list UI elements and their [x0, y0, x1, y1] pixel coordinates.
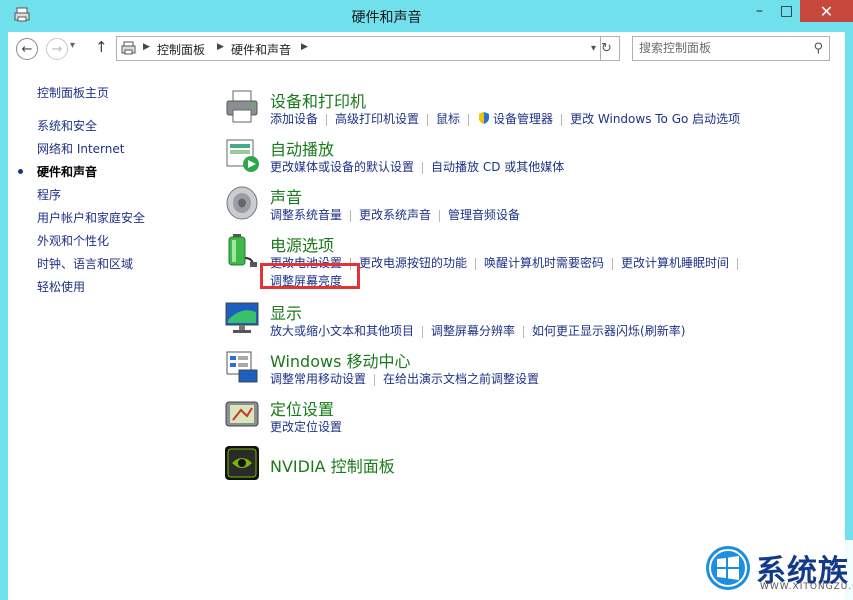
breadcrumb-separator-icon[interactable]: ▶	[143, 42, 150, 52]
manage-audio-devices-link[interactable]: 管理音频设备	[448, 206, 520, 223]
category-links: 更改媒体或设备的默认设置 自动播放 CD 或其他媒体	[270, 158, 564, 175]
presentation-settings-link[interactable]: 在给出演示文档之前调整设置	[383, 370, 539, 387]
windows-logo-icon	[706, 546, 750, 590]
sidebar-item-system-security[interactable]: 系统和安全	[37, 117, 97, 134]
sidebar-item-clock-language[interactable]: 时钟、语言和区域	[37, 255, 133, 272]
category-links: 放大或缩小文本和其他项目 调整屏幕分辨率 如何更正显示器闪烁(刷新率)	[270, 322, 685, 339]
sidebar-item-network[interactable]: 网络和 Internet	[37, 140, 124, 157]
category-title[interactable]: 显示	[270, 300, 302, 324]
power-button-function-link[interactable]: 更改电源按钮的功能	[359, 254, 467, 271]
forward-button[interactable]: →	[46, 38, 68, 60]
category-links: 添加设备 高级打印机设置 鼠标 设备管理器 更改 Windows To Go 启动选项	[270, 110, 740, 127]
autoplay-cd-link[interactable]: 自动播放 CD 或其他媒体	[431, 158, 564, 175]
device-manager-link[interactable]: 设备管理器	[493, 110, 553, 127]
sidebar-item-hardware-sound[interactable]: 硬件和声音	[37, 163, 97, 180]
refresh-button[interactable]: ↻	[594, 36, 620, 61]
change-system-sounds-link[interactable]: 更改系统声音	[359, 206, 431, 223]
link-divider	[523, 325, 525, 338]
require-password-wake-link[interactable]: 唤醒计算机时需要密码	[484, 254, 604, 271]
link-divider	[439, 209, 441, 222]
highlight-box	[260, 263, 360, 289]
sidebar: 控制面板主页 系统和安全 网络和 Internet 硬件和声音 程序 用户帐户和…	[8, 66, 208, 600]
screen-resolution-link[interactable]: 调整屏幕分辨率	[431, 322, 515, 339]
uac-shield-icon	[479, 112, 490, 124]
adjust-volume-link[interactable]: 调整系统音量	[270, 206, 342, 223]
breadcrumb-hardware-sound[interactable]: 硬件和声音	[231, 41, 291, 58]
battery-icon	[228, 234, 257, 267]
minimize-button[interactable]: –	[746, 0, 773, 22]
window-title: 硬件和声音	[351, 10, 422, 26]
sidebar-item-programs[interactable]: 程序	[37, 186, 61, 203]
link-divider	[737, 257, 739, 270]
mouse-link[interactable]: 鼠标	[436, 110, 460, 127]
breadcrumb-control-panel[interactable]: 控制面板	[157, 41, 205, 58]
search-box[interactable]: ⚲	[632, 36, 830, 61]
watermark-url: WWW.XITONGZU.COM	[760, 582, 853, 592]
category-title[interactable]: Windows 移动中心	[270, 348, 411, 372]
nvidia-icon	[225, 446, 259, 480]
change-sleep-time-link[interactable]: 更改计算机睡眠时间	[621, 254, 729, 271]
navigation-bar: ← → ▾ ↑ ▶ 控制面板 ▶ 硬件和声音 ▶ ▾ ↻ ⚲	[8, 32, 845, 66]
text-size-link[interactable]: 放大或缩小文本和其他项目	[270, 322, 414, 339]
category-title[interactable]: 电源选项	[270, 232, 334, 256]
watermark: 系统族 WWW.XITONGZU.COM	[700, 540, 853, 600]
mobility-center-icon	[226, 351, 258, 383]
category-title[interactable]: 设备和打印机	[270, 88, 366, 112]
link-divider	[612, 257, 614, 270]
printer-icon	[226, 90, 258, 123]
mobility-settings-link[interactable]: 调整常用移动设置	[270, 370, 366, 387]
title-bar: 硬件和声音 – □ ✕	[0, 0, 853, 32]
breadcrumb-separator-icon[interactable]: ▶	[301, 42, 308, 52]
content-area: 控制面板主页 系统和安全 网络和 Internet 硬件和声音 程序 用户帐户和…	[8, 66, 845, 600]
refresh-rate-link[interactable]: 如何更正显示器闪烁(刷新率)	[532, 322, 685, 339]
link-divider	[326, 113, 328, 126]
category-title[interactable]: NVIDIA 控制面板	[270, 453, 395, 477]
windows-to-go-link[interactable]: 更改 Windows To Go 启动选项	[570, 110, 740, 127]
link-divider	[561, 113, 563, 126]
category-links: 更改定位设置	[270, 418, 342, 435]
back-button[interactable]: ←	[16, 38, 38, 60]
category-title[interactable]: 声音	[270, 184, 302, 208]
search-icon[interactable]: ⚲	[813, 41, 823, 56]
close-button[interactable]: ✕	[800, 0, 853, 22]
category-links: 调整系统音量 更改系统声音 管理音频设备	[270, 206, 520, 223]
change-media-defaults-link[interactable]: 更改媒体或设备的默认设置	[270, 158, 414, 175]
autoplay-icon	[226, 139, 259, 172]
link-divider	[422, 325, 424, 338]
link-divider	[468, 113, 470, 126]
category-links: 调整常用移动设置 在给出演示文档之前调整设置	[270, 370, 539, 387]
sidebar-item-user-accounts[interactable]: 用户帐户和家庭安全	[37, 209, 145, 226]
breadcrumb-separator-icon[interactable]: ▶	[217, 42, 224, 52]
maximize-button[interactable]: □	[773, 0, 800, 22]
address-box[interactable]: ▶ 控制面板 ▶ 硬件和声音 ▶ ▾	[116, 36, 601, 61]
link-divider	[427, 113, 429, 126]
sidebar-item-appearance[interactable]: 外观和个性化	[37, 232, 109, 249]
change-location-settings-link[interactable]: 更改定位设置	[270, 418, 342, 435]
active-bullet-icon	[18, 169, 23, 174]
link-divider	[350, 209, 352, 222]
monitor-icon	[225, 302, 259, 333]
link-divider	[475, 257, 477, 270]
category-title[interactable]: 自动播放	[270, 136, 334, 160]
sidebar-item-ease-of-access[interactable]: 轻松使用	[37, 278, 85, 295]
up-button[interactable]: ↑	[95, 38, 108, 56]
search-input[interactable]	[639, 41, 799, 55]
location-icon	[225, 401, 259, 427]
sidebar-item-home[interactable]: 控制面板主页	[37, 84, 109, 101]
recent-locations-dropdown[interactable]: ▾	[70, 40, 75, 51]
add-device-link[interactable]: 添加设备	[270, 110, 318, 127]
speaker-icon	[226, 186, 258, 220]
category-title[interactable]: 定位设置	[270, 396, 334, 420]
link-divider	[374, 373, 376, 386]
control-panel-icon	[121, 41, 136, 55]
link-divider	[422, 161, 424, 174]
advanced-printer-setup-link[interactable]: 高级打印机设置	[335, 110, 419, 127]
